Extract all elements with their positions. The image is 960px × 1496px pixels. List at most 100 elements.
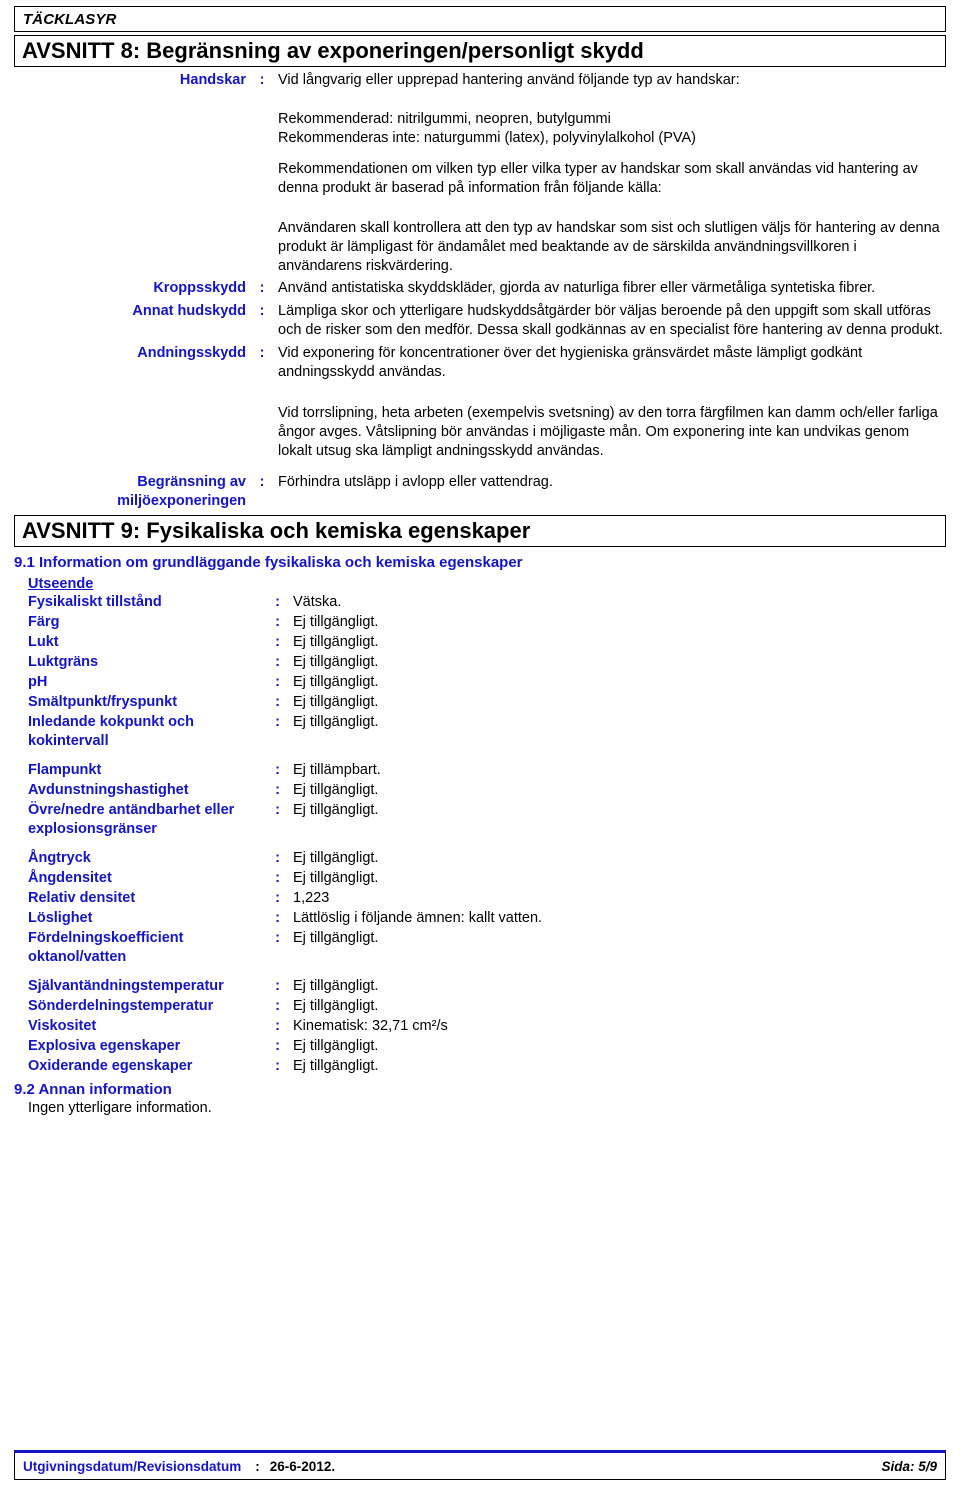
- section-9-title: AVSNITT 9: Fysikaliska och kemiska egens…: [22, 518, 531, 543]
- property-label: Löslighet: [28, 910, 93, 926]
- property-row: Övre/nedre antändbarhet eller explosions…: [14, 801, 946, 839]
- property-colon: :: [275, 782, 280, 798]
- property-label: Övre/nedre antändbarhet eller explosions…: [28, 802, 235, 837]
- handskar-note-user-check: Användaren skall kontrollera att den typ…: [278, 220, 940, 274]
- property-value: Lättlöslig i följande ämnen: kallt vatte…: [293, 910, 543, 926]
- property-value: Ej tillgängligt.: [293, 614, 379, 630]
- handskar-note-recommended: Rekommenderad: nitrilgummi, neopren, but…: [278, 111, 696, 146]
- property-label: Avdunstningshastighet: [28, 782, 189, 798]
- product-name: TÄCKLASYR: [23, 10, 117, 28]
- property-row: Viskositet : Kinematisk: 32,71 cm²/s: [14, 1017, 946, 1036]
- property-colon: :: [275, 1058, 280, 1074]
- property-row: Smältpunkt/fryspunkt : Ej tillgängligt.: [14, 693, 946, 712]
- page-footer: Utgivningsdatum/Revisionsdatum : 26-6-20…: [14, 1450, 946, 1480]
- colon-kroppsskydd: :: [259, 280, 265, 296]
- property-row: Sönderdelningstemperatur : Ej tillgängli…: [14, 997, 946, 1016]
- section-8-banner: AVSNITT 8: Begränsning av exponeringen/p…: [14, 35, 946, 67]
- property-colon: :: [275, 1038, 280, 1054]
- property-value: Ej tillgängligt.: [293, 634, 379, 650]
- property-value: Ej tillgängligt.: [293, 930, 379, 946]
- property-label: Viskositet: [28, 1018, 97, 1034]
- property-colon: :: [275, 674, 280, 690]
- property-colon: :: [275, 910, 280, 926]
- property-value: Kinematisk: 32,71 cm²/s: [293, 1018, 448, 1034]
- property-label: Smältpunkt/fryspunkt: [28, 694, 178, 710]
- property-row: Luktgräns : Ej tillgängligt.: [14, 653, 946, 672]
- footer-revision-date: 26-6-2012.: [269, 1458, 336, 1474]
- property-row: Löslighet : Lättlöslig i följande ämnen:…: [14, 909, 946, 928]
- other-information-text: Ingen ytterligare information.: [28, 1100, 212, 1116]
- property-colon: :: [275, 870, 280, 886]
- property-row: Explosiva egenskaper : Ej tillgängligt.: [14, 1037, 946, 1056]
- property-value: Ej tillämpbart.: [293, 762, 381, 778]
- property-colon: :: [275, 998, 280, 1014]
- appearance-heading: Utseende: [28, 576, 94, 592]
- handskar-note-source: Rekommendationen om vilken typ eller vil…: [278, 161, 918, 196]
- row-kroppsskydd: Kroppsskydd : Använd antistatiska skydds…: [14, 279, 946, 298]
- colon-begransning-miljoexponering: :: [259, 474, 265, 490]
- property-label: Explosiva egenskaper: [28, 1038, 181, 1054]
- row-andningsskydd: Andningsskydd : Vid exponering för konce…: [14, 344, 946, 382]
- value-begransning-miljoexponering: Förhindra utsläpp i avlopp eller vattend…: [278, 474, 553, 490]
- property-colon: :: [275, 850, 280, 866]
- property-label: Fördelningskoefficient oktanol/vatten: [28, 930, 184, 965]
- property-row: Färg : Ej tillgängligt.: [14, 613, 946, 632]
- property-colon: :: [275, 714, 280, 730]
- label-annat-hudskydd: Annat hudskydd: [132, 303, 246, 319]
- property-value: Ej tillgängligt.: [293, 850, 379, 866]
- footer-colon: :: [255, 1458, 260, 1474]
- footer-revision-group: Utgivningsdatum/Revisionsdatum : 26-6-20…: [23, 1459, 335, 1474]
- value-annat-hudskydd: Lämpliga skor och ytterligare hudskyddså…: [278, 303, 943, 338]
- property-label: Ångdensitet: [28, 870, 112, 886]
- property-label: Inledande kokpunkt och kokintervall: [28, 714, 194, 749]
- property-label: Fysikaliskt tillstånd: [28, 594, 162, 610]
- property-colon: :: [275, 802, 280, 818]
- value-handskar: Vid långvarig eller upprepad hantering a…: [278, 72, 740, 88]
- property-value: Ej tillgängligt.: [293, 714, 379, 730]
- property-value: Ej tillgängligt.: [293, 998, 379, 1014]
- property-value: Ej tillgängligt.: [293, 870, 379, 886]
- property-value: Ej tillgängligt.: [293, 1038, 379, 1054]
- property-row: Fysikaliskt tillstånd : Vätska.: [14, 593, 946, 612]
- row-handskar: Handskar : Vid långvarig eller upprepad …: [14, 71, 946, 90]
- property-colon: :: [275, 594, 280, 610]
- sds-page: TÄCKLASYR AVSNITT 8: Begränsning av expo…: [0, 6, 960, 1496]
- subheading-9-1: 9.1 Information om grundläggande fysikal…: [14, 554, 523, 571]
- property-colon: :: [275, 762, 280, 778]
- property-label: Luktgräns: [28, 654, 99, 670]
- label-kroppsskydd: Kroppsskydd: [153, 280, 246, 296]
- footer-page-number: Sida: 5/9: [881, 1458, 937, 1474]
- property-colon: :: [275, 1018, 280, 1034]
- property-value: Ej tillgängligt.: [293, 654, 379, 670]
- property-label: Ångtryck: [28, 850, 91, 866]
- row-begransning-miljoexponering: Begränsning av miljöexponeringen : Förhi…: [14, 473, 946, 511]
- property-label: Lukt: [28, 634, 59, 650]
- property-colon: :: [275, 890, 280, 906]
- colon-handskar: :: [259, 72, 265, 88]
- property-row: Avdunstningshastighet : Ej tillgängligt.: [14, 781, 946, 800]
- subheading-9-2: 9.2 Annan information: [14, 1081, 172, 1098]
- property-label: Flampunkt: [28, 762, 102, 778]
- property-label: Sönderdelningstemperatur: [28, 998, 214, 1014]
- property-value: Ej tillgängligt.: [293, 674, 379, 690]
- property-row: Fördelningskoefficient oktanol/vatten : …: [14, 929, 946, 967]
- property-row: pH : Ej tillgängligt.: [14, 673, 946, 692]
- label-handskar: Handskar: [179, 72, 246, 88]
- property-value: Ej tillgängligt.: [293, 782, 379, 798]
- property-colon: :: [275, 978, 280, 994]
- row-annat-hudskydd: Annat hudskydd : Lämpliga skor och ytter…: [14, 302, 946, 340]
- property-label: Färg: [28, 614, 60, 630]
- property-value: Ej tillgängligt.: [293, 802, 379, 818]
- property-label: Självantändningstemperatur: [28, 978, 224, 994]
- property-colon: :: [275, 614, 280, 630]
- property-row: Lukt : Ej tillgängligt.: [14, 633, 946, 652]
- footer-revision-label: Utgivningsdatum/Revisionsdatum: [23, 1458, 242, 1474]
- property-row: Ångdensitet : Ej tillgängligt.: [14, 869, 946, 888]
- property-colon: :: [275, 634, 280, 650]
- andningsskydd-note: Vid torrslipning, heta arbeten (exempelv…: [278, 405, 938, 459]
- colon-andningsskydd: :: [259, 345, 265, 361]
- label-andningsskydd: Andningsskydd: [137, 345, 246, 361]
- property-row: Relativ densitet : 1,223: [14, 889, 946, 908]
- property-value: Ej tillgängligt.: [293, 1058, 379, 1074]
- property-value: Ej tillgängligt.: [293, 694, 379, 710]
